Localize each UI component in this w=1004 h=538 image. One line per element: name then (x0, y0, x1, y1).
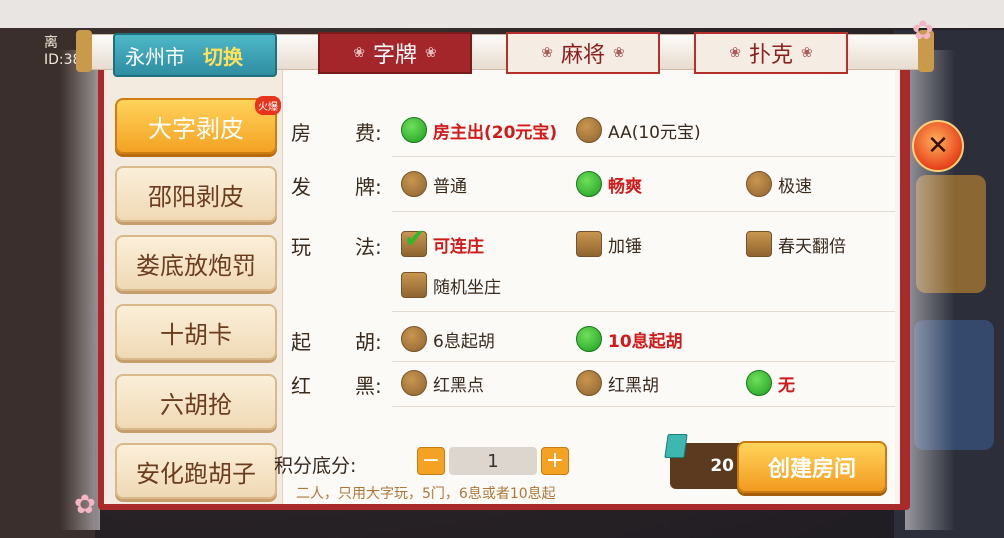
deal-option-smooth[interactable]: 畅爽 (576, 171, 642, 197)
game-label: 邵阳剥皮 (148, 182, 244, 211)
play-option-lianzhuang[interactable]: 可连庄 (401, 224, 484, 257)
create-room-button[interactable]: 创建房间 (737, 441, 887, 493)
tab-label: 麻将 (560, 43, 605, 68)
redblack-option-none[interactable]: 无 (746, 370, 795, 396)
city-switch-button[interactable]: 切换 (203, 41, 243, 70)
redblack-label: 红黑: (291, 374, 382, 398)
game-shaoyangbopi-button[interactable]: 邵阳剥皮 (115, 166, 277, 222)
option-label: 红黑胡 (608, 375, 659, 396)
checkbox-icon (576, 231, 602, 257)
play-label: 玩法: (291, 235, 382, 259)
option-label: 春天翻倍 (778, 236, 846, 257)
play-option-chuntian[interactable]: 春天翻倍 (746, 231, 846, 257)
game-liuhuqiang-button[interactable]: 六胡抢 (115, 374, 277, 430)
tab-label: 字牌 (372, 43, 417, 68)
city-name: 永州市 (125, 44, 185, 69)
flower-icon: ✿ (74, 490, 96, 520)
option-label: 加锤 (608, 236, 642, 257)
tab-ornament-icon: ❀ (613, 45, 625, 61)
tab-ornament-icon: ❀ (729, 45, 741, 61)
radio-icon (401, 326, 427, 352)
curtain-left (60, 50, 100, 530)
tab-ornament-icon: ❀ (541, 45, 553, 61)
fee-option-aa[interactable]: AA(10元宝) (576, 117, 701, 143)
checkbox-checked-icon (401, 224, 427, 257)
play-option-jiachui[interactable]: 加锤 (576, 231, 642, 257)
radio-selected-icon (576, 326, 602, 352)
tab-zipai[interactable]: ❀ 字牌 ❀ (318, 32, 472, 74)
checkbox-icon (746, 231, 772, 257)
radio-selected-icon (576, 171, 602, 197)
row-divider (392, 211, 895, 212)
base-score-stepper[interactable]: − 1 + (417, 446, 569, 476)
city-badge[interactable]: 永州市 切换 (113, 33, 277, 77)
option-label: 无 (778, 375, 795, 396)
tab-ornament-icon: ❀ (801, 45, 813, 61)
deal-option-normal[interactable]: 普通 (401, 171, 467, 197)
option-label: 极速 (778, 176, 812, 197)
redblack-option-hu[interactable]: 红黑胡 (576, 370, 659, 396)
game-label: 安化跑胡子 (136, 459, 256, 488)
tab-puke[interactable]: ❀ 扑克 ❀ (694, 32, 848, 74)
row-divider (392, 361, 895, 362)
radio-icon (576, 117, 602, 143)
option-label: 6息起胡 (433, 331, 495, 352)
tab-ornament-icon: ❀ (425, 45, 437, 61)
game-label: 娄底放炮罚 (136, 251, 256, 280)
redblack-option-dian[interactable]: 红黑点 (401, 370, 484, 396)
hot-badge: 火爆 (255, 96, 281, 115)
flower-icon: ✿ (912, 16, 934, 46)
row-divider (392, 311, 895, 312)
radio-icon (401, 171, 427, 197)
option-label: 普通 (433, 176, 467, 197)
option-label: 可连庄 (433, 236, 484, 257)
tab-majiang[interactable]: ❀ 麻将 ❀ (506, 32, 660, 74)
fee-option-owner[interactable]: 房主出(20元宝) (401, 117, 557, 143)
base-score-value: 1 (449, 447, 537, 475)
plus-button[interactable]: + (541, 447, 569, 475)
option-label: 红黑点 (433, 375, 484, 396)
option-label: AA(10元宝) (608, 122, 701, 143)
minus-button[interactable]: − (417, 447, 445, 475)
fee-label: 房费: (291, 121, 382, 145)
game-label: 大字剥皮 (148, 114, 244, 143)
game-shihuka-button[interactable]: 十胡卡 (115, 304, 277, 360)
row-divider (392, 406, 895, 407)
base-score-label: 积分底分: (274, 455, 357, 477)
deal-option-fast[interactable]: 极速 (746, 171, 812, 197)
start-option-10[interactable]: 10息起胡 (576, 326, 683, 352)
radio-icon (576, 370, 602, 396)
deal-label: 发牌: (291, 175, 382, 199)
radio-selected-icon (746, 370, 772, 396)
scroll-rod-end-left (76, 30, 92, 72)
option-label: 房主出(20元宝) (433, 122, 558, 143)
start-hu-label: 起胡: (291, 330, 382, 354)
game-label: 十胡卡 (160, 320, 232, 349)
radio-icon (401, 370, 427, 396)
option-label: 畅爽 (608, 176, 642, 197)
option-label: 随机坐庄 (433, 277, 501, 298)
game-loudifangpaofa-button[interactable]: 娄底放炮罚 (115, 235, 277, 291)
close-button[interactable]: ✕ (912, 120, 964, 172)
tab-ornament-icon: ❀ (353, 45, 365, 61)
game-label: 六胡抢 (160, 390, 232, 419)
play-option-suiji[interactable]: 随机坐庄 (401, 272, 501, 298)
top-status-strip (0, 0, 1004, 28)
rule-description: 二人，只用大字玩，5门，6息或者10息起 (296, 486, 556, 502)
checkbox-icon (401, 272, 427, 298)
game-dazibopi-button[interactable]: 大字剥皮 火爆 (115, 96, 281, 154)
radio-icon (746, 171, 772, 197)
option-label: 10息起胡 (608, 331, 683, 352)
gem-icon (664, 434, 688, 458)
tab-label: 扑克 (748, 43, 793, 68)
row-divider (392, 156, 895, 157)
radio-selected-icon (401, 117, 427, 143)
game-anhuapaohuzi-button[interactable]: 安化跑胡子 (115, 443, 277, 499)
start-option-6[interactable]: 6息起胡 (401, 326, 495, 352)
